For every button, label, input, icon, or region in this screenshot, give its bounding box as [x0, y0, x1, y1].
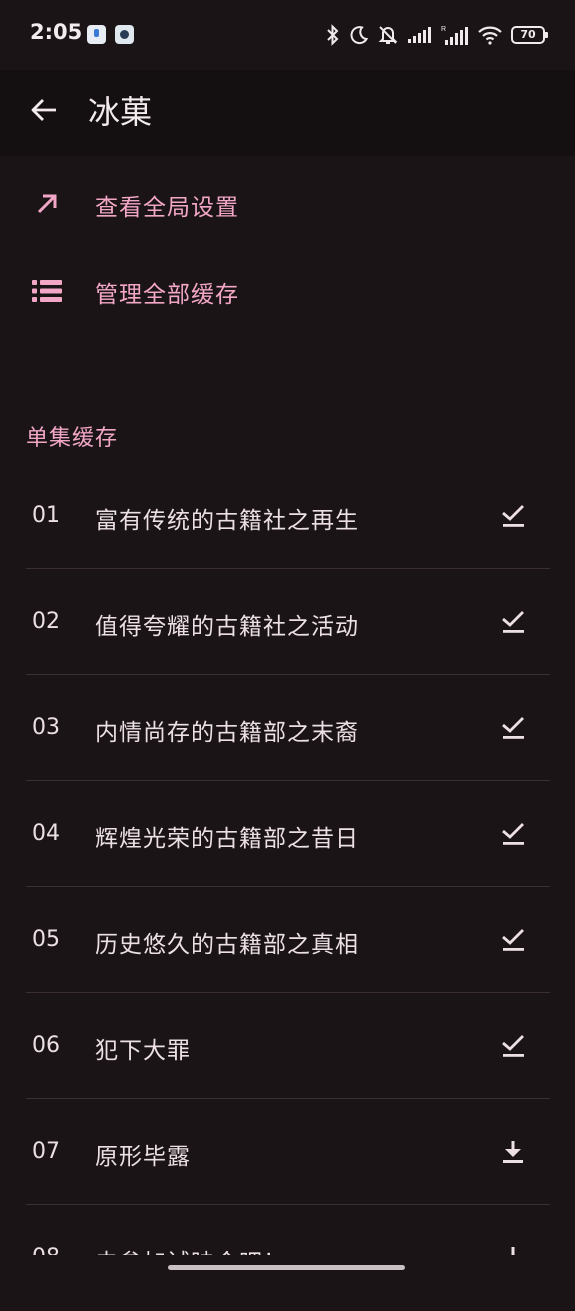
app-notification-icon [115, 25, 134, 44]
episode-number: 02 [32, 609, 60, 634]
episode-number: 04 [32, 821, 60, 846]
episode-number: 06 [32, 1033, 60, 1058]
episode-title: 内情尚存的古籍部之末裔 [95, 720, 359, 746]
check-icon[interactable] [498, 925, 528, 955]
app-bar: 冰菓 [0, 70, 575, 156]
episode-number: 03 [32, 715, 60, 740]
episode-row[interactable]: 05 历史悠久的古籍部之真相 [0, 887, 575, 993]
episode-title: 辉煌光荣的古籍部之昔日 [95, 826, 359, 852]
download-icon[interactable] [498, 1137, 528, 1167]
episode-title: 犯下大罪 [95, 1038, 191, 1064]
view-global-settings-label: 查看全局设置 [95, 195, 239, 221]
status-time: 2:05 [30, 20, 83, 44]
signal-roaming-icon: R [441, 26, 468, 45]
episode-title: 历史悠久的古籍部之真相 [95, 932, 359, 958]
moon-icon [350, 26, 369, 45]
system-icons: R 70 [325, 22, 548, 48]
svg-text:R: R [441, 26, 446, 33]
bell-off-icon [378, 26, 398, 44]
episode-number: 07 [32, 1139, 60, 1164]
episode-number: 05 [32, 927, 60, 952]
map-app-notification-icon [87, 25, 106, 44]
arrow-left-icon [31, 99, 56, 121]
wifi-icon [478, 26, 502, 45]
page-title: 冰菓 [88, 93, 153, 131]
battery-icon: 70 [511, 26, 548, 44]
episode-list: 01 富有传统的古籍社之再生 02 值得夸耀的古籍社之活动 03 内情尚存的古籍… [0, 463, 575, 1311]
episode-row[interactable]: 04 辉煌光荣的古籍部之昔日 [0, 781, 575, 887]
check-icon[interactable] [498, 1031, 528, 1061]
signal-icon [408, 27, 431, 43]
episode-row[interactable]: 07 原形毕露 [0, 1099, 575, 1205]
episode-row[interactable]: 02 值得夸耀的古籍社之活动 [0, 569, 575, 675]
episode-title: 原形毕露 [95, 1144, 191, 1170]
episode-number: 01 [32, 503, 60, 528]
view-global-settings-button[interactable]: 查看全局设置 [0, 164, 575, 244]
bluetooth-icon [327, 24, 339, 46]
gesture-handle[interactable] [168, 1265, 405, 1270]
back-button[interactable] [22, 88, 66, 132]
episode-title: 值得夸耀的古籍社之活动 [95, 614, 359, 640]
check-icon[interactable] [498, 819, 528, 849]
status-bar: 2:05 R 70 [0, 0, 575, 70]
manage-all-cache-label: 管理全部缓存 [95, 282, 239, 308]
list-icon [30, 277, 64, 305]
episode-row[interactable]: 03 内情尚存的古籍部之末裔 [0, 675, 575, 781]
check-icon[interactable] [498, 713, 528, 743]
episode-row[interactable]: 06 犯下大罪 [0, 993, 575, 1099]
arrow-up-right-icon [30, 190, 64, 218]
check-icon[interactable] [498, 607, 528, 637]
manage-all-cache-button[interactable]: 管理全部缓存 [0, 251, 575, 331]
episode-title: 富有传统的古籍社之再生 [95, 508, 359, 534]
episode-row[interactable]: 01 富有传统的古籍社之再生 [0, 463, 575, 569]
check-icon[interactable] [498, 501, 528, 531]
section-header: 单集缓存 [26, 426, 119, 451]
